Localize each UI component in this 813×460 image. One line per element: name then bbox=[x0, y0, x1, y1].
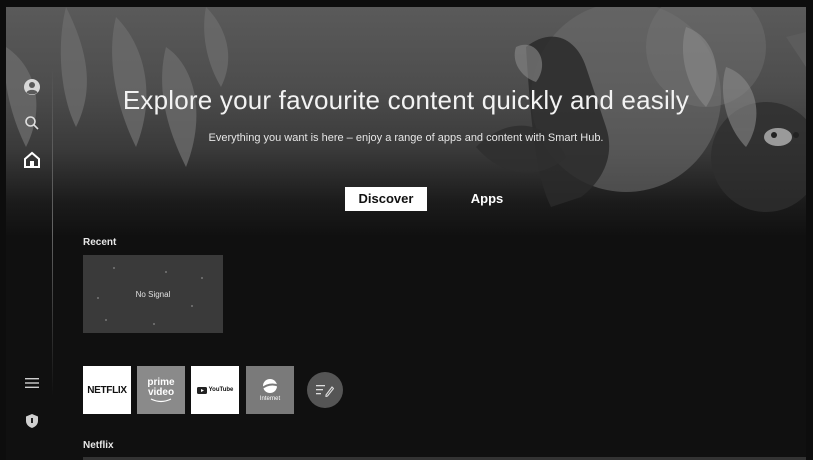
app-internet[interactable]: Internet bbox=[246, 366, 294, 414]
noise-dot bbox=[165, 271, 167, 273]
tab-apps[interactable]: Apps bbox=[452, 187, 522, 211]
profile-icon[interactable] bbox=[22, 77, 42, 97]
menu-icon[interactable] bbox=[22, 373, 42, 393]
hero-banner: Explore your favourite content quickly a… bbox=[6, 7, 806, 237]
home-icon[interactable] bbox=[22, 150, 42, 170]
youtube-play-icon bbox=[196, 386, 207, 394]
privacy-icon[interactable] bbox=[22, 411, 42, 431]
prime-logo-line2: video bbox=[147, 386, 175, 398]
prime-logo-line1: prime bbox=[147, 376, 175, 388]
youtube-logo-text: YouTube bbox=[208, 387, 234, 393]
noise-dot bbox=[191, 305, 193, 307]
noise-dot bbox=[153, 323, 155, 325]
hero-subtitle: Everything you want is here – enjoy a ra… bbox=[208, 132, 604, 144]
tab-discover[interactable]: Discover bbox=[345, 187, 427, 211]
edit-apps-button[interactable] bbox=[307, 372, 343, 408]
prime-smile-icon bbox=[150, 397, 172, 402]
noise-dot bbox=[105, 319, 107, 321]
app-netflix[interactable]: NETFLIX bbox=[83, 366, 131, 414]
netflix-row-label: Netflix bbox=[83, 440, 114, 451]
no-signal-text: No Signal bbox=[135, 289, 171, 299]
app-prime-video[interactable]: prime video bbox=[137, 366, 185, 414]
noise-dot bbox=[97, 297, 99, 299]
sidebar bbox=[6, 7, 54, 460]
sidebar-divider bbox=[52, 67, 53, 397]
netflix-logo-text: NETFLIX bbox=[87, 384, 127, 396]
app-youtube[interactable]: YouTube bbox=[191, 366, 239, 414]
recent-tile-no-signal[interactable]: No Signal bbox=[83, 255, 223, 333]
search-icon[interactable] bbox=[22, 113, 42, 133]
hero-title: Explore your favourite content quickly a… bbox=[122, 85, 690, 115]
edit-list-icon bbox=[316, 385, 334, 397]
internet-label: Internet bbox=[259, 396, 281, 402]
smart-hub-screen: Explore your favourite content quickly a… bbox=[6, 7, 806, 460]
recent-label: Recent bbox=[83, 237, 117, 248]
internet-planet-icon bbox=[260, 379, 280, 393]
noise-dot bbox=[201, 277, 203, 279]
noise-dot bbox=[113, 267, 115, 269]
